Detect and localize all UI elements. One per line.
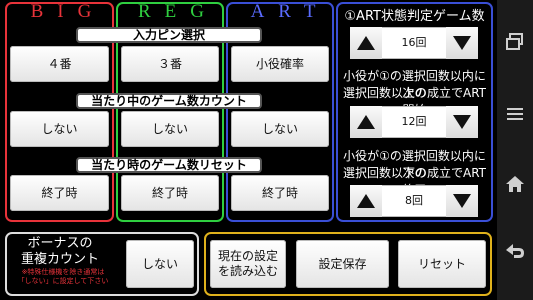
big-input-pin-button[interactable]: ４番: [10, 46, 109, 82]
system-nav-bar: [497, 0, 533, 300]
reg-header: REG: [138, 1, 218, 22]
reg-hit-count-button[interactable]: しない: [121, 111, 219, 147]
increment-button[interactable]: [350, 27, 382, 59]
decrement-button[interactable]: [446, 185, 478, 217]
increment-button[interactable]: [350, 106, 382, 138]
art-judge-games-label: ①ART状態判定ゲーム数: [344, 9, 485, 24]
decrement-button[interactable]: [446, 27, 478, 59]
reset-button[interactable]: リセット: [398, 240, 486, 288]
increment-button[interactable]: [350, 185, 382, 217]
load-current-settings-button[interactable]: 現在の設定 を読み込む: [210, 240, 286, 288]
reg-input-pin-button[interactable]: ３番: [121, 46, 219, 82]
art-end-spinner: 8回: [350, 185, 478, 217]
art-header: ART: [250, 1, 330, 22]
save-settings-button[interactable]: 設定保存: [296, 240, 389, 288]
bonus-note-line2: 「しない」に設定して下さい: [17, 277, 109, 285]
reg-hit-reset-button[interactable]: 終了時: [121, 175, 219, 211]
bonus-title-line2: 重複カウント: [20, 252, 99, 267]
hit-reset-section-title: 当たり時のゲーム数リセット: [76, 157, 262, 173]
recent-apps-icon[interactable]: [497, 30, 533, 60]
art-start-spinner: 12回: [350, 106, 478, 138]
down-arrow-icon: [453, 115, 471, 129]
spinner-value: 16回: [401, 36, 427, 49]
menu-icon[interactable]: [497, 102, 533, 132]
bonus-overlap-note: ※特殊仕様機を除き通常は 「しない」に設定して下さい: [8, 268, 118, 286]
big-hit-reset-button[interactable]: 終了時: [10, 175, 109, 211]
spinner-value: 8回: [405, 194, 423, 207]
home-icon[interactable]: [497, 172, 533, 202]
load-line2: を読み込む: [217, 264, 278, 278]
back-icon[interactable]: [497, 240, 533, 270]
big-hit-count-button[interactable]: しない: [10, 111, 109, 147]
up-arrow-icon: [357, 115, 375, 129]
down-arrow-icon: [453, 36, 471, 50]
down-arrow-icon: [453, 194, 471, 208]
spinner-value: 12回: [401, 115, 427, 128]
bonus-overlap-button[interactable]: しない: [126, 240, 194, 288]
hit-count-section-title: 当たり中のゲーム数カウント: [76, 93, 262, 109]
art-input-pin-button[interactable]: 小役確率: [231, 46, 329, 82]
bonus-overlap-title: ボーナスの 重複カウント: [10, 236, 110, 268]
input-pin-section-title: 入力ピン選択: [76, 27, 262, 43]
art-hit-count-button[interactable]: しない: [231, 111, 329, 147]
bonus-note-line1: ※特殊仕様機を除き通常は: [21, 268, 105, 276]
load-line1: 現在の設定: [217, 249, 278, 263]
up-arrow-icon: [357, 194, 375, 208]
art-hit-reset-button[interactable]: 終了時: [231, 175, 329, 211]
decrement-button[interactable]: [446, 106, 478, 138]
bonus-title-line1: ボーナスの: [27, 236, 93, 251]
big-header: BIG: [30, 1, 106, 22]
up-arrow-icon: [357, 36, 375, 50]
art-judge-games-spinner: 16回: [350, 27, 478, 59]
